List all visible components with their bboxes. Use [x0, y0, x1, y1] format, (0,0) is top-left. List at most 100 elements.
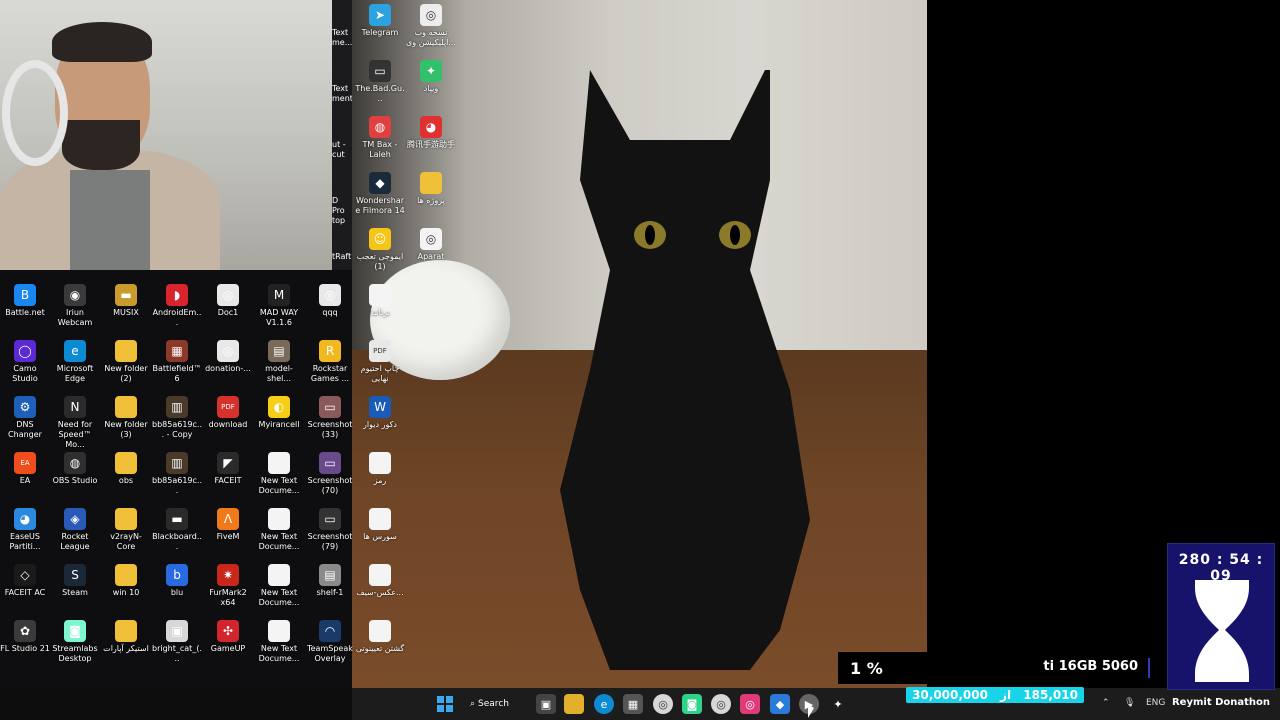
aparat-icon[interactable]: ◎ [740, 694, 760, 714]
desktop-icon[interactable]: ◙ Streamlabs Desktop [50, 620, 100, 664]
desktop-icon[interactable]: ▬ Blackboard... [152, 508, 202, 552]
desktop-icon-image [268, 452, 290, 474]
desktop-icon[interactable]: win 10 [101, 564, 151, 598]
desktop-icon[interactable]: ▤ model-shel... [254, 340, 304, 384]
desktop-icon[interactable]: M MAD WAY V1.1.6 [254, 284, 304, 328]
desktop-icon[interactable]: ➤ Telegram [355, 4, 405, 38]
desktop-icon-label: چاپ احتیوم نهایی [360, 364, 400, 383]
desktop-icon[interactable]: ✿ FL Studio 21 [0, 620, 50, 654]
streamlabs-icon[interactable]: ◙ [682, 694, 702, 714]
desktop-icon[interactable]: ◎ donation-... [203, 340, 253, 374]
desktop-icon[interactable]: ◠ TeamSpeak Overlay [305, 620, 355, 664]
desktop-icon-label: TeamSpeak Overlay [307, 644, 353, 663]
gpu-divider [1148, 658, 1150, 678]
desktop-icon[interactable]: ▥ bb85a619c... [152, 452, 202, 496]
desktop-icon[interactable]: ▭ The.Bad.Gu... [355, 60, 405, 104]
desktop-icon[interactable]: b blu [152, 564, 202, 598]
chrome-icon[interactable]: ◎ [653, 694, 673, 714]
desktop-icon[interactable]: ◎ qqq [305, 284, 355, 318]
desktop-icon[interactable]: پروژه ها [406, 172, 456, 206]
desktop-icon[interactable]: ◯ Camo Studio [0, 340, 50, 384]
desktop-icon[interactable]: New Text Docume... [254, 508, 304, 552]
desktop-icon[interactable]: ◆ Wondershare Filmora 14 [355, 172, 405, 216]
desktop-icon[interactable]: ◐ Myirancell [254, 396, 304, 430]
cut-off-icon-label[interactable]: ut - cut [332, 140, 352, 160]
desktop-icon[interactable]: سورس ها [355, 508, 405, 542]
desktop-icon[interactable]: New folder (3) [101, 396, 151, 440]
cut-off-icon-label[interactable]: Text ment [332, 84, 352, 104]
desktop-icon[interactable]: ✣ GameUP [203, 620, 253, 654]
edge-icon[interactable]: e [594, 694, 614, 714]
steam-icon[interactable]: ✦ [828, 694, 848, 714]
desktop-icon[interactable]: ▭ Screenshot (33) [305, 396, 355, 440]
desktop-icon[interactable]: ◇ FACEIT AC [0, 564, 50, 598]
desktop-icon[interactable]: ▭ Screenshot (70) [305, 452, 355, 496]
desktop-icon[interactable]: ◤ FACEIT [203, 452, 253, 486]
file-explorer-icon[interactable] [564, 694, 584, 714]
desktop-icon[interactable]: ◈ Rocket League [50, 508, 100, 552]
desktop-icon[interactable]: ▥ bb85a619c... - Copy [152, 396, 202, 440]
desktop-icon[interactable]: W دکور دیوار [355, 396, 405, 430]
desktop-icon[interactable]: ✷ FurMark2 x64 [203, 564, 253, 608]
desktop-icon[interactable]: EA EA [0, 452, 50, 486]
desktop-icon[interactable]: v2rayN-Core [101, 508, 151, 552]
taskbar-search[interactable]: ⌕ Search [470, 694, 522, 714]
desktop-icon[interactable]: ⚙ DNS Changer [0, 396, 50, 440]
desktop-icon[interactable]: ◎ نسخه وب اپلیکیشن وی... [406, 4, 456, 48]
desktop-icon[interactable]: ◕ EaseUS Partiti... [0, 508, 50, 552]
gpu-percent: 1 % [850, 659, 883, 678]
store-icon[interactable]: ▦ [623, 694, 643, 714]
desktop-icon-label: Battlefield™ 6 [152, 364, 202, 383]
desktop-icon[interactable]: R Rockstar Games ... [305, 340, 355, 384]
desktop-icon[interactable]: ◕ 腾讯手游助手 [406, 116, 456, 150]
desktop-icon[interactable]: ▤ shelf-1 [305, 564, 355, 598]
desktop-icon[interactable]: عکس-سیف... [355, 564, 405, 598]
desktop-icon[interactable]: ▦ Battlefield™ 6 [152, 340, 202, 384]
desktop-icon-image: ☺ [369, 228, 391, 250]
desktop-icon[interactable]: PDF چاپ احتیوم نهایی [355, 340, 405, 384]
desktop-icon[interactable]: ◎ Doc1 [203, 284, 253, 318]
desktop-icon[interactable]: ◗ AndroidEm... [152, 284, 202, 328]
tray-chevron-icon[interactable]: ⌃ [1102, 698, 1110, 708]
language-indicator[interactable]: ENG [1146, 698, 1165, 708]
desktop-icon[interactable]: ◍ OBS Studio [50, 452, 100, 486]
desktop-icon[interactable]: New Text Docume... [254, 620, 304, 664]
desktop-icon[interactable]: New Text Docume... [254, 452, 304, 496]
cut-off-icon-label[interactable]: tRaft [332, 252, 352, 262]
desktop-icon[interactable]: PDF download [203, 396, 253, 430]
desktop-icon-label: Microsoft Edge [56, 364, 94, 383]
desktop-icon-image: ▤ [319, 564, 341, 586]
desktop-icon[interactable]: استیکر آپارات [101, 620, 151, 654]
desktop-icon[interactable]: گشتن تعیینوتی [355, 620, 405, 654]
chrome-icon-2[interactable]: ◎ [711, 694, 731, 714]
desktop-icon[interactable]: B Battle.net [0, 284, 50, 318]
desktop-icon-image [369, 620, 391, 642]
desktop-icon[interactable]: ▭ Screenshot (79) [305, 508, 355, 552]
desktop-icon[interactable]: ◉ Iriun Webcam [50, 284, 100, 328]
desktop-icon[interactable]: New folder (2) [101, 340, 151, 384]
cut-off-icon-label[interactable]: Text me... [332, 28, 352, 48]
app-icon[interactable]: ◆ [770, 694, 790, 714]
desktop-icon[interactable]: ▣ bright_cat_(... [152, 620, 202, 664]
donation-bar: 30,000,000 از 185,010 [906, 687, 1084, 703]
task-view-icon[interactable]: ▣ [536, 694, 556, 714]
desktop-icon[interactable]: S Steam [50, 564, 100, 598]
desktop-icon-image: ◠ [319, 620, 341, 642]
cut-off-icon-label[interactable]: D Pro top [332, 196, 352, 226]
desktop-icon[interactable]: New Text Docume... [254, 564, 304, 608]
desktop-icon[interactable]: obs [101, 452, 151, 486]
microphone-icon[interactable]: 🎙 [1124, 698, 1135, 708]
desktop-icon-label: گشتن تعیینوتی [355, 644, 405, 653]
desktop-icon[interactable]: Λ FiveM [203, 508, 253, 542]
desktop-icon[interactable]: ◎ Aparat [406, 228, 456, 262]
desktop-icon[interactable]: ✦ ویپاد [406, 60, 456, 94]
desktop-icon[interactable]: ▬ MUSIX [101, 284, 151, 318]
desktop-icon[interactable]: ☺ ایموجی تعجب (1) [355, 228, 405, 272]
desktop-icon[interactable]: رمز [355, 452, 405, 486]
start-button[interactable] [435, 694, 455, 714]
desktop-icon-image: ◉ [64, 284, 86, 306]
desktop-icon[interactable]: e Microsoft Edge [50, 340, 100, 384]
desktop-icon[interactable]: برنامه [355, 284, 405, 318]
desktop-icon[interactable]: ◍ TM Bax - Laleh [355, 116, 405, 160]
desktop-icon[interactable]: N Need for Speed™ Mo... [50, 396, 100, 450]
